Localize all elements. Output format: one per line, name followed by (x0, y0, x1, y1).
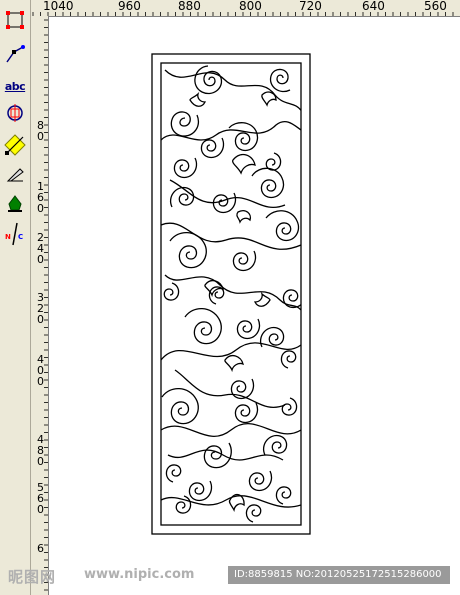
node-edit-tool-button[interactable] (1, 131, 29, 159)
knife-tool-icon (6, 168, 24, 182)
svg-text:C: C (18, 233, 23, 241)
ruler-label-720: 720 (299, 0, 322, 13)
text-tool-icon: abc (4, 79, 26, 93)
drawing-canvas[interactable] (49, 17, 460, 595)
fill-tool-icon (8, 195, 22, 212)
ruler-label-640: 640 (362, 0, 385, 13)
carved-panel-drawing (151, 53, 311, 535)
ruler-label-6: 6 (37, 542, 44, 555)
ruler-label-240: 2 4 0 (37, 231, 44, 266)
watermark-banner: 昵图网 www.nipic.com ID:8859815 NO:20120525… (0, 562, 460, 588)
pick-tool-button[interactable] (1, 6, 29, 34)
ruler-label-880: 880 (178, 0, 201, 13)
knife-tool-button[interactable] (1, 160, 29, 188)
pick-tool-icon (6, 11, 24, 29)
node-edit-tool-icon (4, 134, 26, 156)
ruler-label-320: 3 2 0 (37, 291, 44, 326)
ruler-label-560: 560 (424, 0, 447, 13)
shape-tool-icon (6, 45, 25, 63)
ruler-label-800: 800 (239, 0, 262, 13)
ruler-label-400: 4 0 0 (37, 353, 44, 388)
scroll-ornament-pattern (161, 65, 301, 523)
nc-tool-icon: N C (5, 222, 23, 246)
text-tool-button[interactable]: abc (1, 72, 29, 100)
shape-tool-button[interactable] (1, 40, 29, 68)
ruler-label-480: 4 8 0 (37, 433, 44, 468)
ruler-label-80: 8 0 (37, 119, 44, 143)
svg-text:N: N (5, 233, 11, 241)
ruler-label-560: 5 6 0 (37, 481, 44, 516)
watermark-site: www.nipic.com (84, 567, 195, 582)
fill-tool-button[interactable] (1, 190, 29, 218)
contour-tool-button[interactable] (1, 99, 29, 127)
left-toolbar: abc N C (0, 0, 31, 595)
ruler-label-160: 1 6 0 (37, 180, 44, 215)
ruler-label-960: 960 (118, 0, 141, 13)
nc-tool-button[interactable]: N C (1, 220, 29, 248)
watermark-id: ID:8859815 NO:20120525172515286000 (228, 566, 450, 584)
horizontal-ruler: 1040 960 880 800 720 640 560 (31, 0, 460, 17)
ruler-label-1040: 1040 (43, 0, 74, 13)
watermark-logo: 昵图网 (8, 568, 57, 586)
contour-tool-icon (7, 104, 23, 122)
vertical-ruler: 8 0 1 6 0 2 4 0 3 2 0 4 0 0 4 8 0 5 6 0 … (31, 16, 49, 595)
